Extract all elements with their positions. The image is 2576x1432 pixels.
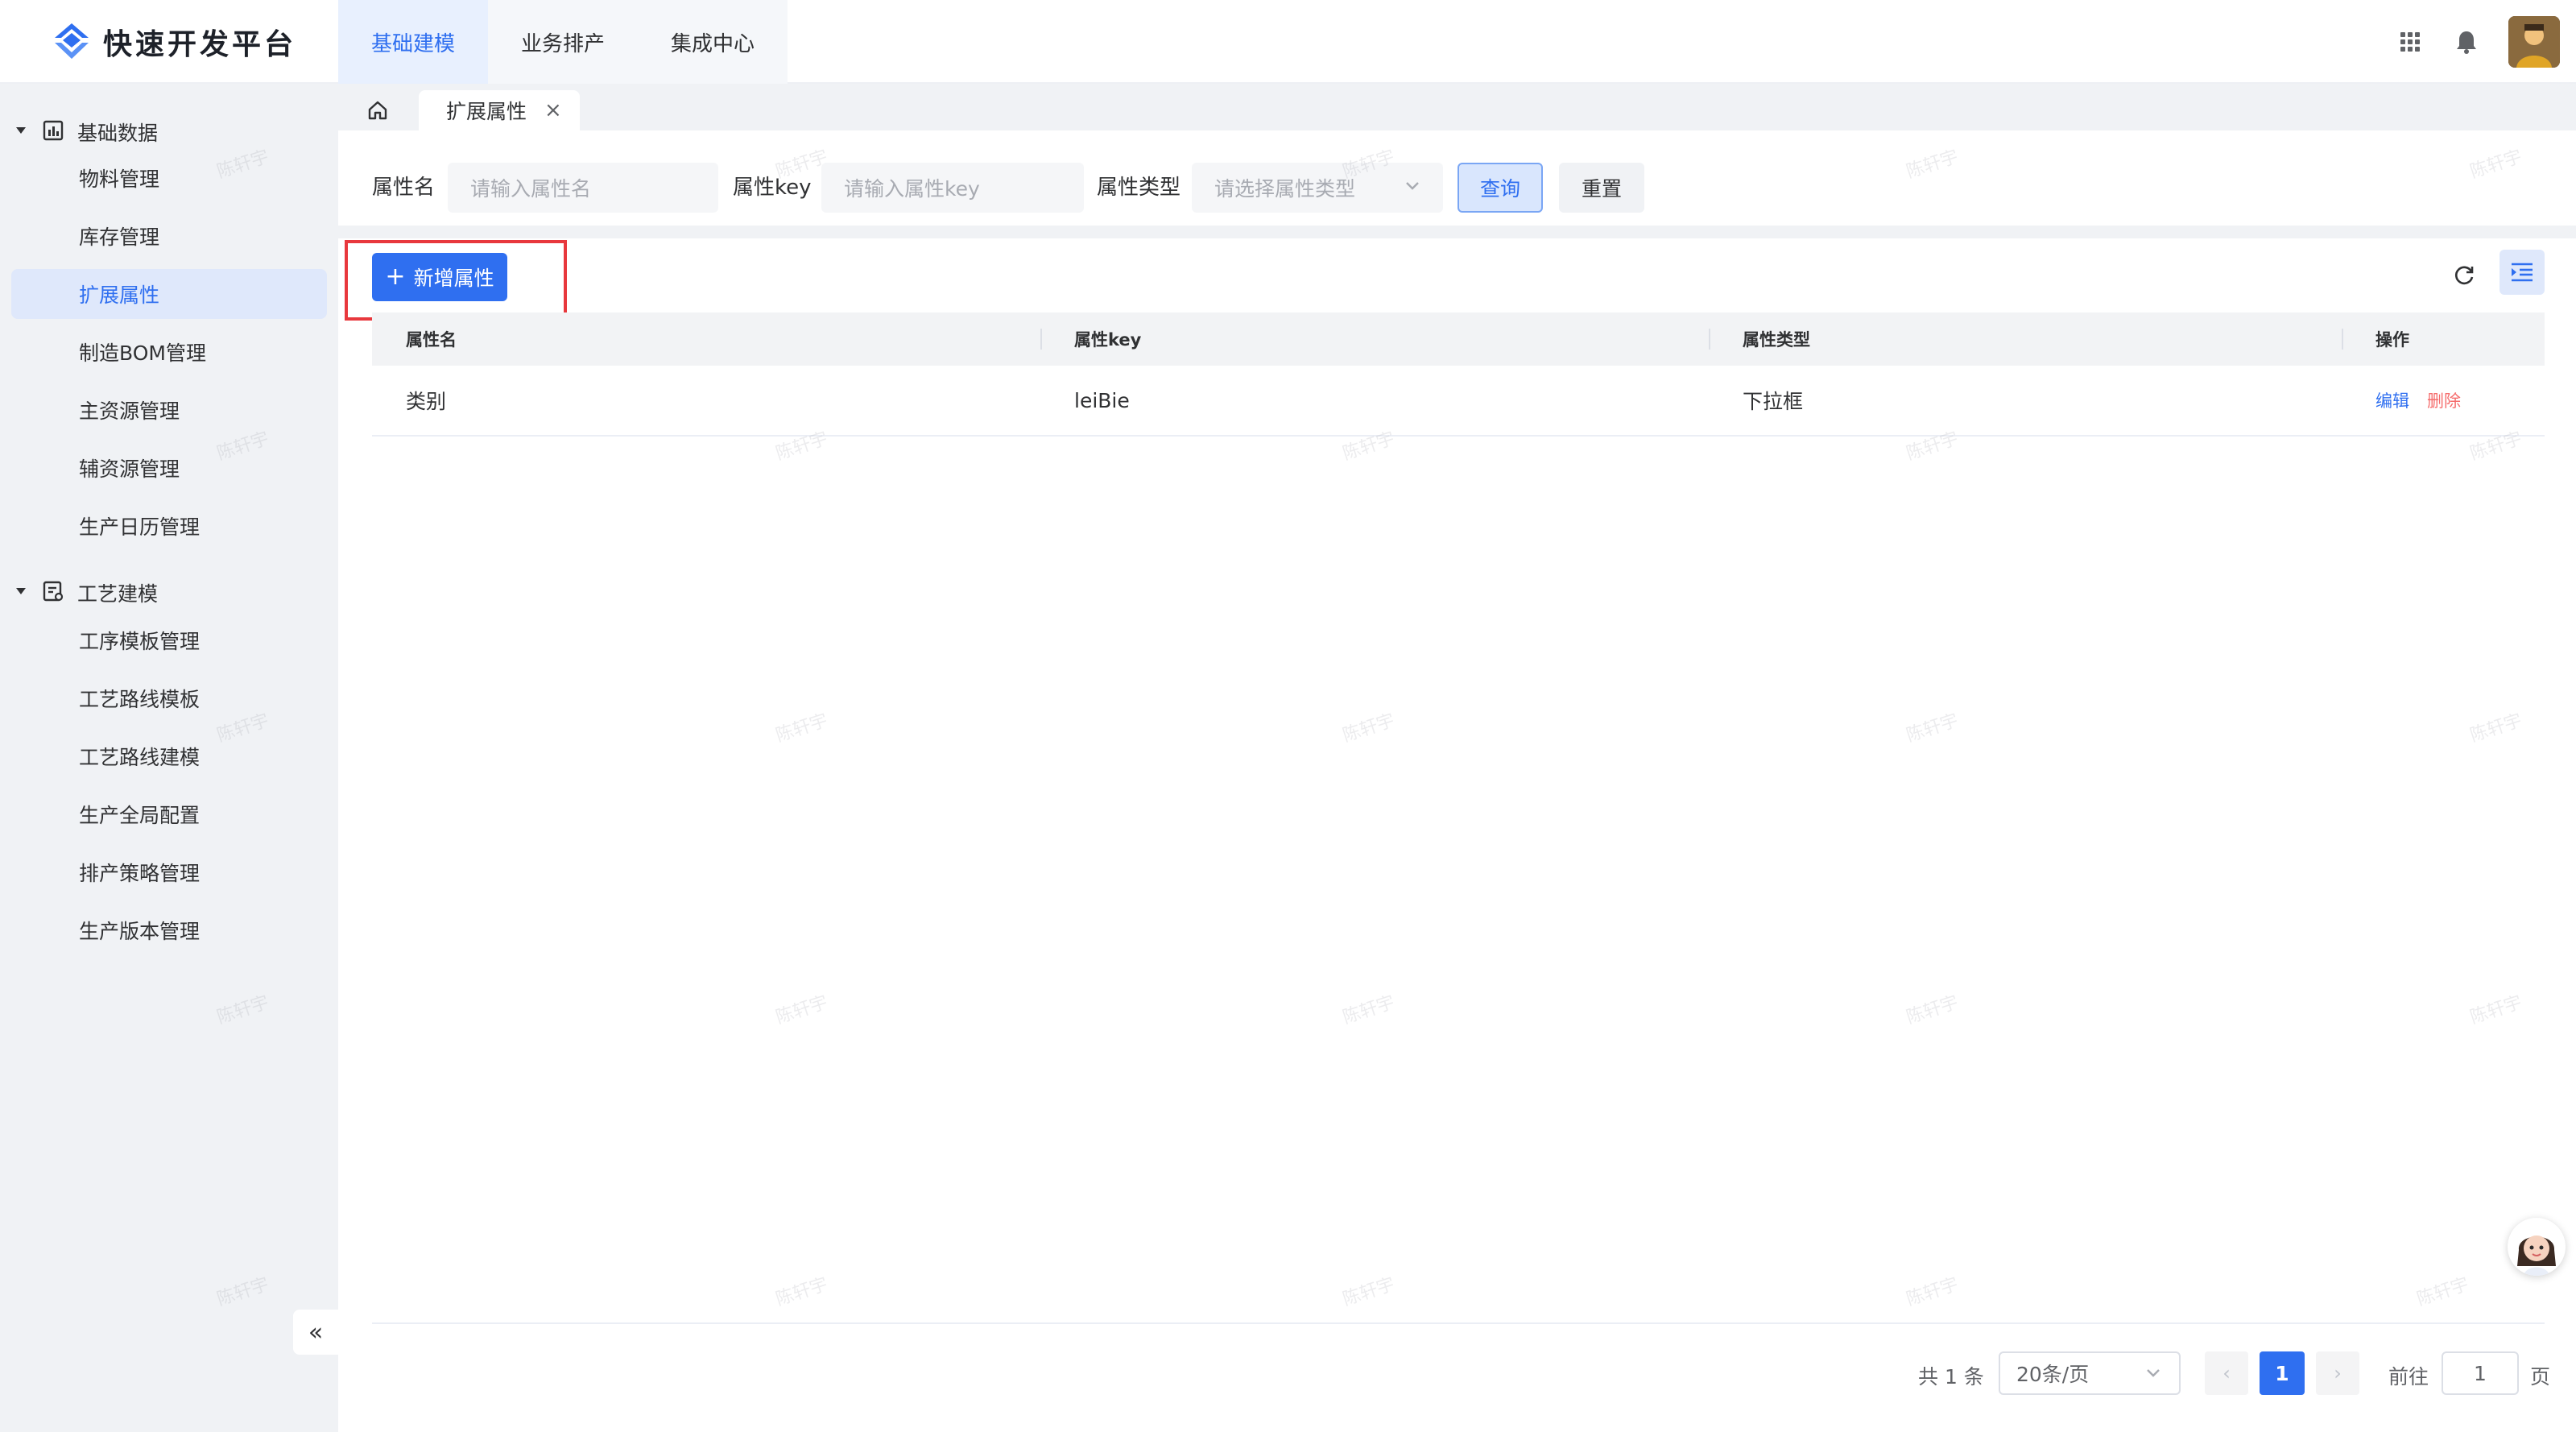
attr-type-placeholder: 请选择属性类型 [1214,177,1356,201]
chevron-down-icon [2147,1369,2160,1377]
sidebar-item-strategy[interactable]: 排产策略管理 [11,847,327,897]
refresh-icon[interactable] [2442,253,2487,298]
delete-link[interactable]: 删除 [2427,388,2461,412]
column-header-key[interactable]: 属性key [1040,312,1709,366]
top-nav-business-scheduling[interactable]: 业务排产 [488,0,638,84]
sidebar-group-label: 基础数据 [77,122,159,145]
sidebar-group-label: 工艺建模 [77,582,159,606]
sidebar-item-calendar[interactable]: 生产日历管理 [11,501,327,551]
apps-grid-icon[interactable] [2396,27,2425,56]
add-attribute-button[interactable]: + 新增属性 [372,253,507,301]
sidebar-item-aux-resource[interactable]: 辅资源管理 [11,443,327,493]
sidebar-item-bom[interactable]: 制造BOM管理 [11,327,327,377]
sidebar-group-process-modeling[interactable]: 工艺建模 [0,569,338,614]
edit-link[interactable]: 编辑 [2375,388,2409,412]
main-content: + 新增属性 属性名 属性key 属性类型 操作 类别 leiBie 下拉框 编… [338,238,2576,1432]
table-row: 类别 leiBie 下拉框 编辑 删除 [372,366,2545,437]
bell-icon[interactable] [2452,27,2481,56]
total-count: 共 1 条 [1918,1365,1984,1389]
chart-icon [43,120,64,141]
sidebar-item-extended-attributes[interactable]: 扩展属性 [11,269,327,319]
top-nav: 基础建模 业务排产 集成中心 [338,0,788,84]
sidebar-item-global-config[interactable]: 生产全局配置 [11,789,327,839]
cell-key: leiBie [1074,388,1130,412]
top-header: 快速开发平台 基础建模 业务排产 集成中心 [0,0,2576,84]
top-nav-integration-center[interactable]: 集成中心 [638,0,788,84]
close-icon[interactable]: × [544,98,562,122]
logo-icon [55,23,89,59]
top-nav-basic-modeling[interactable]: 基础建模 [338,0,488,84]
plus-icon: + [385,263,406,291]
attr-type-select[interactable]: 请选择属性类型 [1192,163,1443,213]
user-avatar[interactable] [2508,16,2560,68]
attr-name-label: 属性名 [372,176,436,200]
assistant-avatar-icon[interactable] [2508,1218,2566,1276]
section-divider [338,226,2576,238]
attr-key-label: 属性key [733,176,812,200]
goto-page-input[interactable]: 1 [2442,1351,2519,1395]
search-form: 属性名 请输入属性名 属性key 请输入属性key 属性类型 请选择属性类型 查… [338,130,2576,226]
process-icon [43,581,64,602]
table-header: 属性名 属性key 属性类型 操作 [372,312,2545,366]
caret-down-icon [16,588,26,594]
tab-label: 扩展属性 [446,100,527,123]
caret-down-icon [16,127,26,134]
cell-actions: 编辑 删除 [2342,366,2545,435]
cell-name: 类别 [406,390,447,413]
goto-unit-label: 页 [2530,1365,2551,1389]
header-actions [2396,16,2560,68]
column-header-type[interactable]: 属性类型 [1709,312,2342,366]
sidebar-item-material[interactable]: 物料管理 [11,153,327,203]
tab-bar: 扩展属性 × [338,84,2576,130]
page-size-select[interactable]: 20条/页 [1999,1351,2181,1395]
page-number-button[interactable]: 1 [2260,1351,2305,1395]
sidebar-item-route-modeling[interactable]: 工艺路线建模 [11,731,327,781]
attr-type-label: 属性类型 [1097,176,1181,200]
sidebar-item-route-template[interactable]: 工艺路线模板 [11,673,327,723]
chevron-down-icon [1406,182,1419,190]
attr-name-input[interactable]: 请输入属性名 [448,163,718,213]
app-title: 快速开发平台 [103,28,297,61]
sidebar-item-inventory[interactable]: 库存管理 [11,211,327,261]
sidebar-item-version[interactable]: 生产版本管理 [11,905,327,955]
tab-extended-attributes[interactable]: 扩展属性 × [419,90,580,130]
add-attribute-label: 新增属性 [413,267,494,290]
attr-key-input[interactable]: 请输入属性key [821,163,1084,213]
app-logo[interactable]: 快速开发平台 [52,18,296,66]
sidebar-item-operation-template[interactable]: 工序模板管理 [11,615,327,665]
sidebar: 基础数据 物料管理 库存管理 扩展属性 制造BOM管理 主资源管理 辅资源管理 … [0,84,338,1432]
goto-label: 前往 [2388,1365,2429,1389]
cell-type: 下拉框 [1743,390,1804,413]
attributes-table: 属性名 属性key 属性类型 操作 类别 leiBie 下拉框 编辑 删除 [372,312,2545,437]
pagination: 共 1 条 20条/页 ‹ 1 › 前往 1 页 [338,1345,2576,1401]
query-button[interactable]: 查询 [1458,163,1543,213]
page-size-value: 20条/页 [2016,1363,2090,1386]
reset-button[interactable]: 重置 [1559,163,1644,213]
column-header-actions: 操作 [2342,312,2545,366]
sidebar-collapse-button[interactable]: « [293,1310,338,1355]
column-settings-icon[interactable] [2500,250,2545,295]
next-page-button[interactable]: › [2316,1351,2359,1395]
home-icon[interactable] [346,90,409,130]
sidebar-item-main-resource[interactable]: 主资源管理 [11,385,327,435]
prev-page-button[interactable]: ‹ [2205,1351,2248,1395]
sidebar-group-basic-data[interactable]: 基础数据 [0,108,338,153]
column-header-name[interactable]: 属性名 [372,312,1040,366]
table-bottom-divider [372,1322,2545,1324]
